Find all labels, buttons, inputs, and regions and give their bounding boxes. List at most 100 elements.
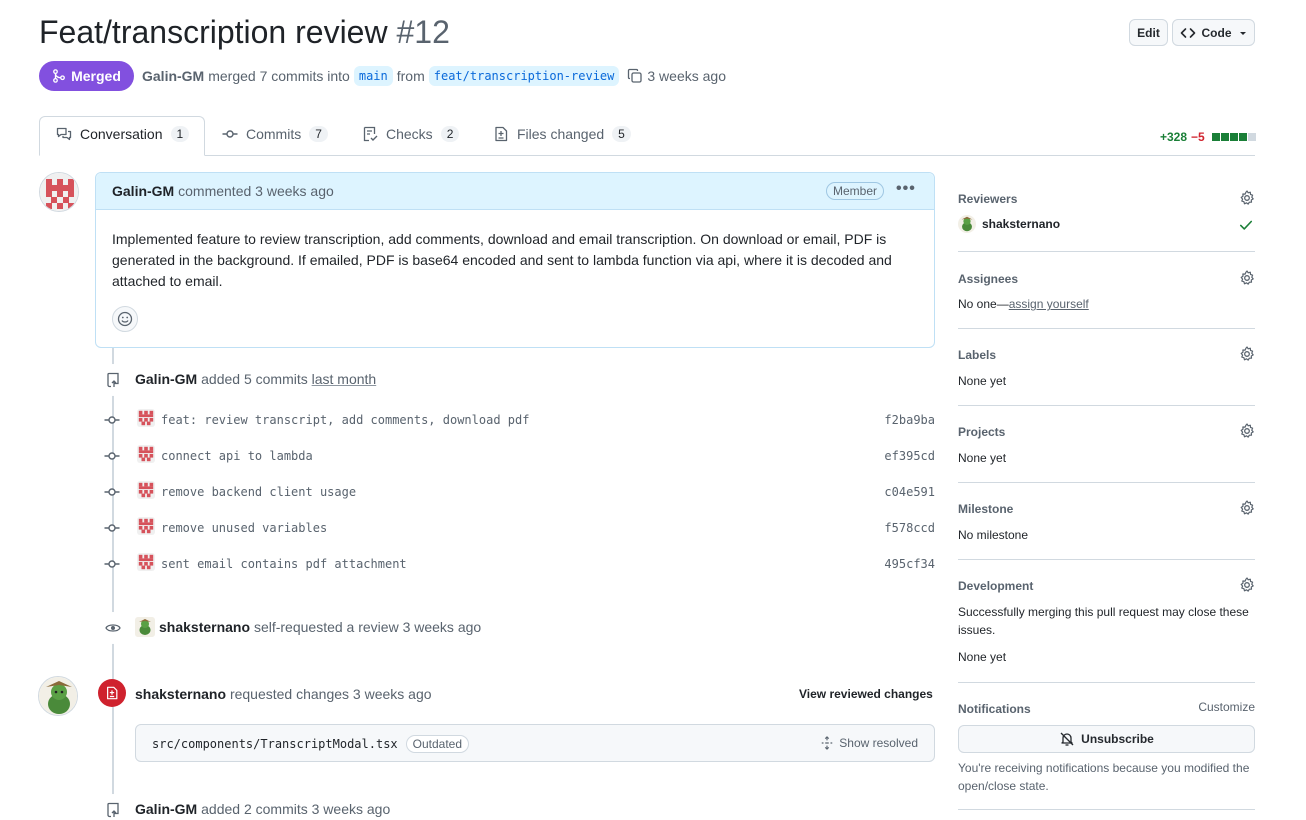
avatar[interactable] [38, 676, 78, 716]
tab-files-changed-count: 5 [612, 126, 631, 142]
chevron-down-icon [1239, 31, 1246, 35]
assignees-value: No one—assign yourself [958, 297, 1089, 311]
gear-icon[interactable] [1239, 577, 1255, 593]
tab-conversation[interactable]: Conversation 1 [56, 126, 190, 142]
avatar[interactable] [137, 553, 155, 571]
tab-files-changed[interactable]: Files changed 5 [493, 126, 631, 142]
reviewer-avatar-icon [39, 677, 77, 715]
labels-value: None yet [958, 374, 1007, 388]
unfold-icon [822, 736, 833, 750]
bell-slash-icon [1060, 732, 1074, 746]
commit-message[interactable]: remove unused variables [161, 521, 327, 535]
event-action: added 5 commits [201, 371, 308, 387]
sidebar-labels: Labels None yet [958, 346, 1255, 391]
commit-message[interactable]: sent email contains pdf attachment [161, 557, 407, 571]
code-button[interactable]: Code [1172, 19, 1255, 46]
head-branch[interactable]: feat/transcription-review [428, 66, 620, 86]
event-author[interactable]: shaksternano [135, 686, 226, 702]
commit-message[interactable]: connect api to lambda [161, 449, 313, 463]
tab-checks[interactable]: Checks 2 [362, 126, 460, 142]
gear-icon[interactable] [1239, 423, 1255, 439]
comment-author[interactable]: Galin-GM [112, 183, 174, 199]
commit-message[interactable]: feat: review transcript, add comments, d… [161, 413, 529, 427]
avatar[interactable] [137, 445, 155, 463]
event-author[interactable]: Galin-GM [135, 801, 197, 817]
sidebar-divider [958, 328, 1255, 329]
event-author[interactable]: shaksternano [159, 619, 250, 635]
list-item: remove backend client usage c04e591 [103, 480, 935, 504]
commit-sha[interactable]: 495cf34 [884, 557, 935, 571]
sidebar-heading[interactable]: Assignees [958, 272, 1018, 286]
repo-push-icon [107, 372, 119, 388]
avatar[interactable] [137, 409, 155, 427]
sidebar-divider [958, 251, 1255, 252]
edit-button[interactable]: Edit [1129, 19, 1168, 46]
event-author[interactable]: Galin-GM [135, 371, 197, 387]
avatar[interactable] [137, 481, 155, 499]
sidebar-heading[interactable]: Projects [958, 425, 1005, 439]
gear-icon[interactable] [1239, 500, 1255, 516]
sidebar-heading[interactable]: Labels [958, 348, 996, 362]
pr-author-link[interactable]: Galin-GM [142, 68, 204, 84]
comment-discussion-icon [56, 127, 72, 141]
assign-yourself-link[interactable]: assign yourself [1009, 297, 1089, 311]
avatar [958, 215, 976, 233]
gear-icon[interactable] [1239, 346, 1255, 362]
list-item: remove unused variables f578ccd [103, 516, 935, 540]
git-commit-icon [103, 448, 121, 464]
comment-time[interactable]: commented 3 weeks ago [178, 183, 334, 199]
sidebar-heading[interactable]: Reviewers [958, 192, 1017, 206]
commit-sha[interactable]: f578ccd [884, 521, 935, 535]
kebab-menu-icon[interactable]: ••• [896, 180, 916, 198]
merged-status-badge: Merged [39, 61, 134, 91]
changes-requested-badge [98, 679, 126, 707]
tab-commits[interactable]: Commits 7 [222, 126, 328, 142]
base-branch[interactable]: main [353, 66, 393, 86]
commit-sha[interactable]: c04e591 [884, 485, 935, 499]
review-file-box: src/components/TranscriptModal.tsx Outda… [135, 724, 935, 762]
gear-icon[interactable] [1239, 190, 1255, 206]
sidebar-heading[interactable]: Development [958, 579, 1033, 593]
event-action: added 2 commits 3 weeks ago [201, 801, 391, 817]
gear-icon[interactable] [1239, 270, 1255, 286]
tab-conversation-label: Conversation [80, 126, 163, 142]
avatar[interactable] [135, 617, 155, 637]
sidebar-projects: Projects None yet [958, 423, 1255, 468]
pr-description-comment: Galin-GM commented 3 weeks ago Member ••… [95, 172, 935, 348]
member-badge: Member [826, 182, 885, 200]
unsubscribe-button[interactable]: Unsubscribe [958, 725, 1255, 753]
code-button-label: Code [1201, 25, 1232, 40]
reviewer-row[interactable]: shaksternano [958, 215, 1060, 233]
check-icon [1239, 220, 1253, 230]
comment-header: Galin-GM commented 3 weeks ago Member ••… [96, 173, 934, 210]
avatar[interactable] [39, 172, 79, 212]
projects-value: None yet [958, 451, 1007, 465]
file-diff-icon [107, 686, 118, 700]
comment-body: Implemented feature to review transcript… [112, 231, 892, 289]
tab-conversation-count: 1 [170, 126, 190, 142]
avatar[interactable] [137, 517, 155, 535]
pr-number: #12 [396, 14, 450, 50]
timeline-icon [97, 612, 129, 644]
review-file-path[interactable]: src/components/TranscriptModal.tsx [152, 737, 398, 751]
sidebar-divider [958, 682, 1255, 683]
event-time[interactable]: last month [312, 371, 377, 387]
copy-icon[interactable] [627, 68, 643, 84]
show-resolved-button[interactable]: Show resolved [820, 736, 918, 750]
reviewer-name[interactable]: shaksternano [982, 217, 1060, 231]
timeline-icon [97, 364, 129, 396]
repo-push-icon [107, 802, 119, 818]
sidebar-heading[interactable]: Milestone [958, 502, 1013, 516]
view-reviewed-changes-link[interactable]: View reviewed changes [799, 687, 933, 701]
tab-files-changed-label: Files changed [517, 126, 605, 142]
comment-author-line: Galin-GM commented 3 weeks ago [112, 183, 334, 199]
commit-message[interactable]: remove backend client usage [161, 485, 356, 499]
commit-sha[interactable]: f2ba9ba [884, 413, 935, 427]
commit-sha[interactable]: ef395cd [884, 449, 935, 463]
diffstat: +328 −5 [1160, 130, 1256, 144]
diffstat-blocks [1211, 133, 1256, 141]
list-item: connect api to lambda ef395cd [103, 444, 935, 468]
sidebar-divider [958, 482, 1255, 483]
add-reaction-button[interactable] [112, 306, 138, 332]
customize-link[interactable]: Customize [1198, 700, 1255, 714]
